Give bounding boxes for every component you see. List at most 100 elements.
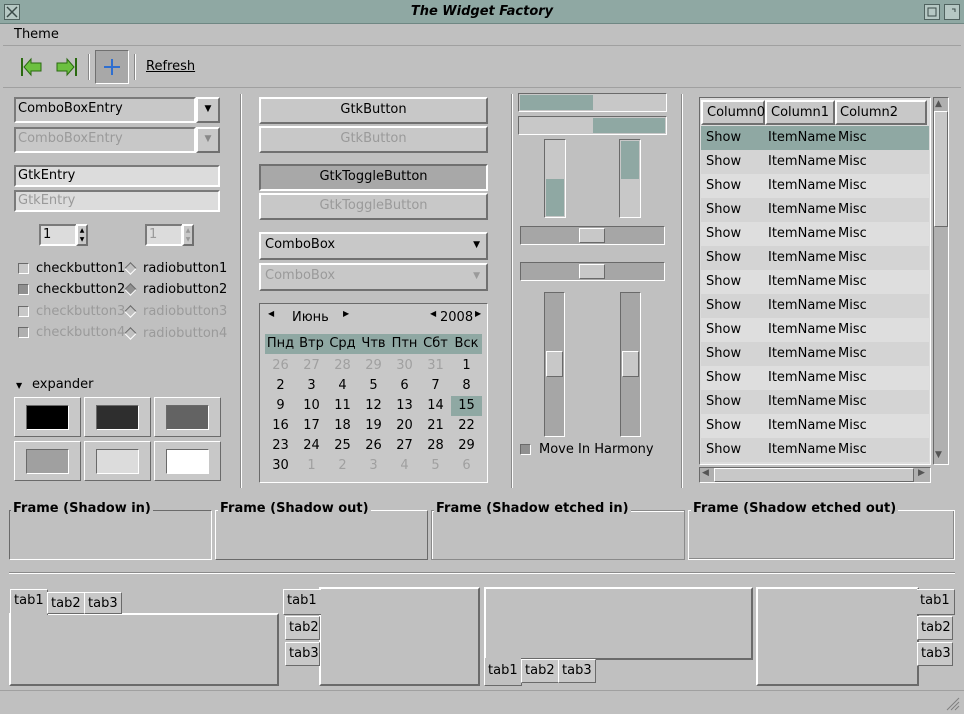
title-bar[interactable]: The Widget Factory [0,0,964,24]
table-row[interactable]: Show ItemName Misc [701,414,929,438]
hscale-1-slider[interactable] [579,228,605,243]
hscale-2-slider[interactable] [579,264,605,279]
radiobutton1-indicator[interactable] [124,262,137,275]
table-row[interactable]: Show ItemName Misc [701,342,929,366]
vscroll-thumb[interactable] [934,111,948,227]
move-in-harmony-label[interactable]: Move In Harmony [539,442,654,457]
column1-header[interactable]: Column1 [765,100,835,125]
expander-arrow-icon[interactable]: ▼ [16,381,22,390]
prev-month-icon[interactable]: ◀ [268,309,274,318]
tree-hscrollbar[interactable]: ◀ ▶ [699,467,931,483]
combobox[interactable]: ComboBox ▼ [259,232,488,260]
next-month-icon[interactable]: ▶ [343,309,349,318]
tree-vscrollbar[interactable]: ▲ ▼ [933,97,949,465]
calendar-day[interactable]: 5 [420,456,451,476]
notebook-left-tab1[interactable]: tab1 [283,589,321,615]
color-button-6[interactable] [154,441,221,481]
notebook-right-tab3[interactable]: tab3 [917,642,953,666]
calendar-day[interactable]: 27 [389,436,420,456]
calendar-day[interactable]: 23 [265,436,296,456]
calendar-day[interactable]: 3 [296,376,327,396]
radiobutton1-label[interactable]: radiobutton1 [143,261,227,276]
calendar-day[interactable]: 6 [451,456,482,476]
gtk-entry-input[interactable]: GtkEntry [14,165,220,187]
calendar-day[interactable]: 4 [389,456,420,476]
color-button-5[interactable] [84,441,151,481]
calendar-day[interactable]: 19 [358,416,389,436]
calendar-day[interactable]: 3 [358,456,389,476]
checkbutton2-label[interactable]: checkbutton2 [36,282,125,297]
calendar-day[interactable]: 11 [327,396,358,416]
calendar-day[interactable]: 16 [265,416,296,436]
vscale-1[interactable] [544,292,565,437]
color-button-2[interactable] [84,397,151,437]
table-row[interactable]: Show ItemName Misc [701,270,929,294]
minimize-icon[interactable] [924,4,940,20]
notebook-left-tab2[interactable]: tab2 [285,616,320,640]
calendar-day[interactable]: 17 [296,416,327,436]
hscale-2[interactable] [520,262,665,281]
expander-label[interactable]: expander [32,377,94,392]
calendar-day[interactable]: 12 [358,396,389,416]
refresh-button[interactable]: Refresh [146,59,195,74]
scroll-left-icon[interactable]: ◀ [702,468,709,478]
table-row[interactable]: Show ItemName Misc [701,390,929,414]
table-row[interactable]: Show ItemName Misc [701,222,929,246]
column2-header[interactable]: Column2 [835,100,927,125]
add-icon[interactable] [95,50,129,84]
color-button-4[interactable] [14,441,81,481]
calendar-day[interactable]: 1 [296,456,327,476]
table-row[interactable]: Show ItemName Misc [701,150,929,174]
color-button-1[interactable] [14,397,81,437]
calendar-day[interactable]: 13 [389,396,420,416]
notebook-bottom-tab2[interactable]: tab2 [521,659,559,683]
notebook-bottom-tab1[interactable]: tab1 [484,658,522,686]
calendar-day[interactable]: 18 [327,416,358,436]
calendar-day[interactable]: 10 [296,396,327,416]
next-year-icon[interactable]: ▶ [475,309,481,318]
calendar[interactable]: ◀ Июнь ▶ ◀ 2008 ▶ Пнд Втр Срд Чтв Птн Сбт Вск 2… [259,303,488,483]
radiobutton2-label[interactable]: radiobutton2 [143,282,227,297]
prev-year-icon[interactable]: ◀ [430,309,436,318]
calendar-day[interactable]: 28 [327,356,358,376]
calendar-day[interactable]: 2 [327,456,358,476]
notebook-right-tab1[interactable]: tab1 [917,589,955,615]
table-row[interactable]: Show ItemName Misc [701,174,929,198]
hscroll-thumb[interactable] [714,468,914,482]
gtk-button[interactable]: GtkButton [259,97,488,124]
calendar-day[interactable]: 31 [420,356,451,376]
table-row[interactable]: Show ItemName Misc [701,198,929,222]
calendar-day[interactable]: 30 [265,456,296,476]
hscale-1[interactable] [520,226,665,245]
table-row[interactable]: Show ItemName Misc [701,318,929,342]
notebook-top-tab2[interactable]: tab2 [47,592,85,614]
calendar-day[interactable]: 21 [420,416,451,436]
calendar-day[interactable]: 24 [296,436,327,456]
vscale-2-slider[interactable] [622,351,639,377]
table-row[interactable]: Show ItemName Misc [701,294,929,318]
resize-grip-icon[interactable] [944,695,960,711]
notebook-left-tab3[interactable]: tab3 [285,642,320,666]
column0-header[interactable]: Column0 [701,100,765,125]
calendar-day[interactable]: 9 [265,396,296,416]
calendar-day[interactable]: 1 [451,356,482,376]
calendar-day[interactable]: 15 [451,396,482,416]
checkbutton1-box[interactable] [18,263,29,274]
go-forward-icon[interactable] [51,52,81,82]
table-row[interactable]: Show ItemName Misc [701,438,929,462]
color-button-3[interactable] [154,397,221,437]
table-row[interactable]: Show ItemName Misc [701,366,929,390]
table-row[interactable]: Show ItemName Misc [701,246,929,270]
scroll-down-icon[interactable]: ▼ [935,450,942,460]
scroll-right-icon[interactable]: ▶ [918,468,925,478]
scroll-up-icon[interactable]: ▲ [935,99,942,109]
calendar-day[interactable]: 14 [420,396,451,416]
calendar-day[interactable]: 28 [420,436,451,456]
calendar-day[interactable]: 29 [451,436,482,456]
gtk-toggle-button[interactable]: GtkToggleButton [259,164,488,191]
vscale-2[interactable] [620,292,641,437]
spin-button-input[interactable]: 1 [39,224,77,246]
checkbutton2-box[interactable] [18,284,29,295]
calendar-day[interactable]: 27 [296,356,327,376]
notebook-top-tab1[interactable]: tab1 [10,589,48,615]
